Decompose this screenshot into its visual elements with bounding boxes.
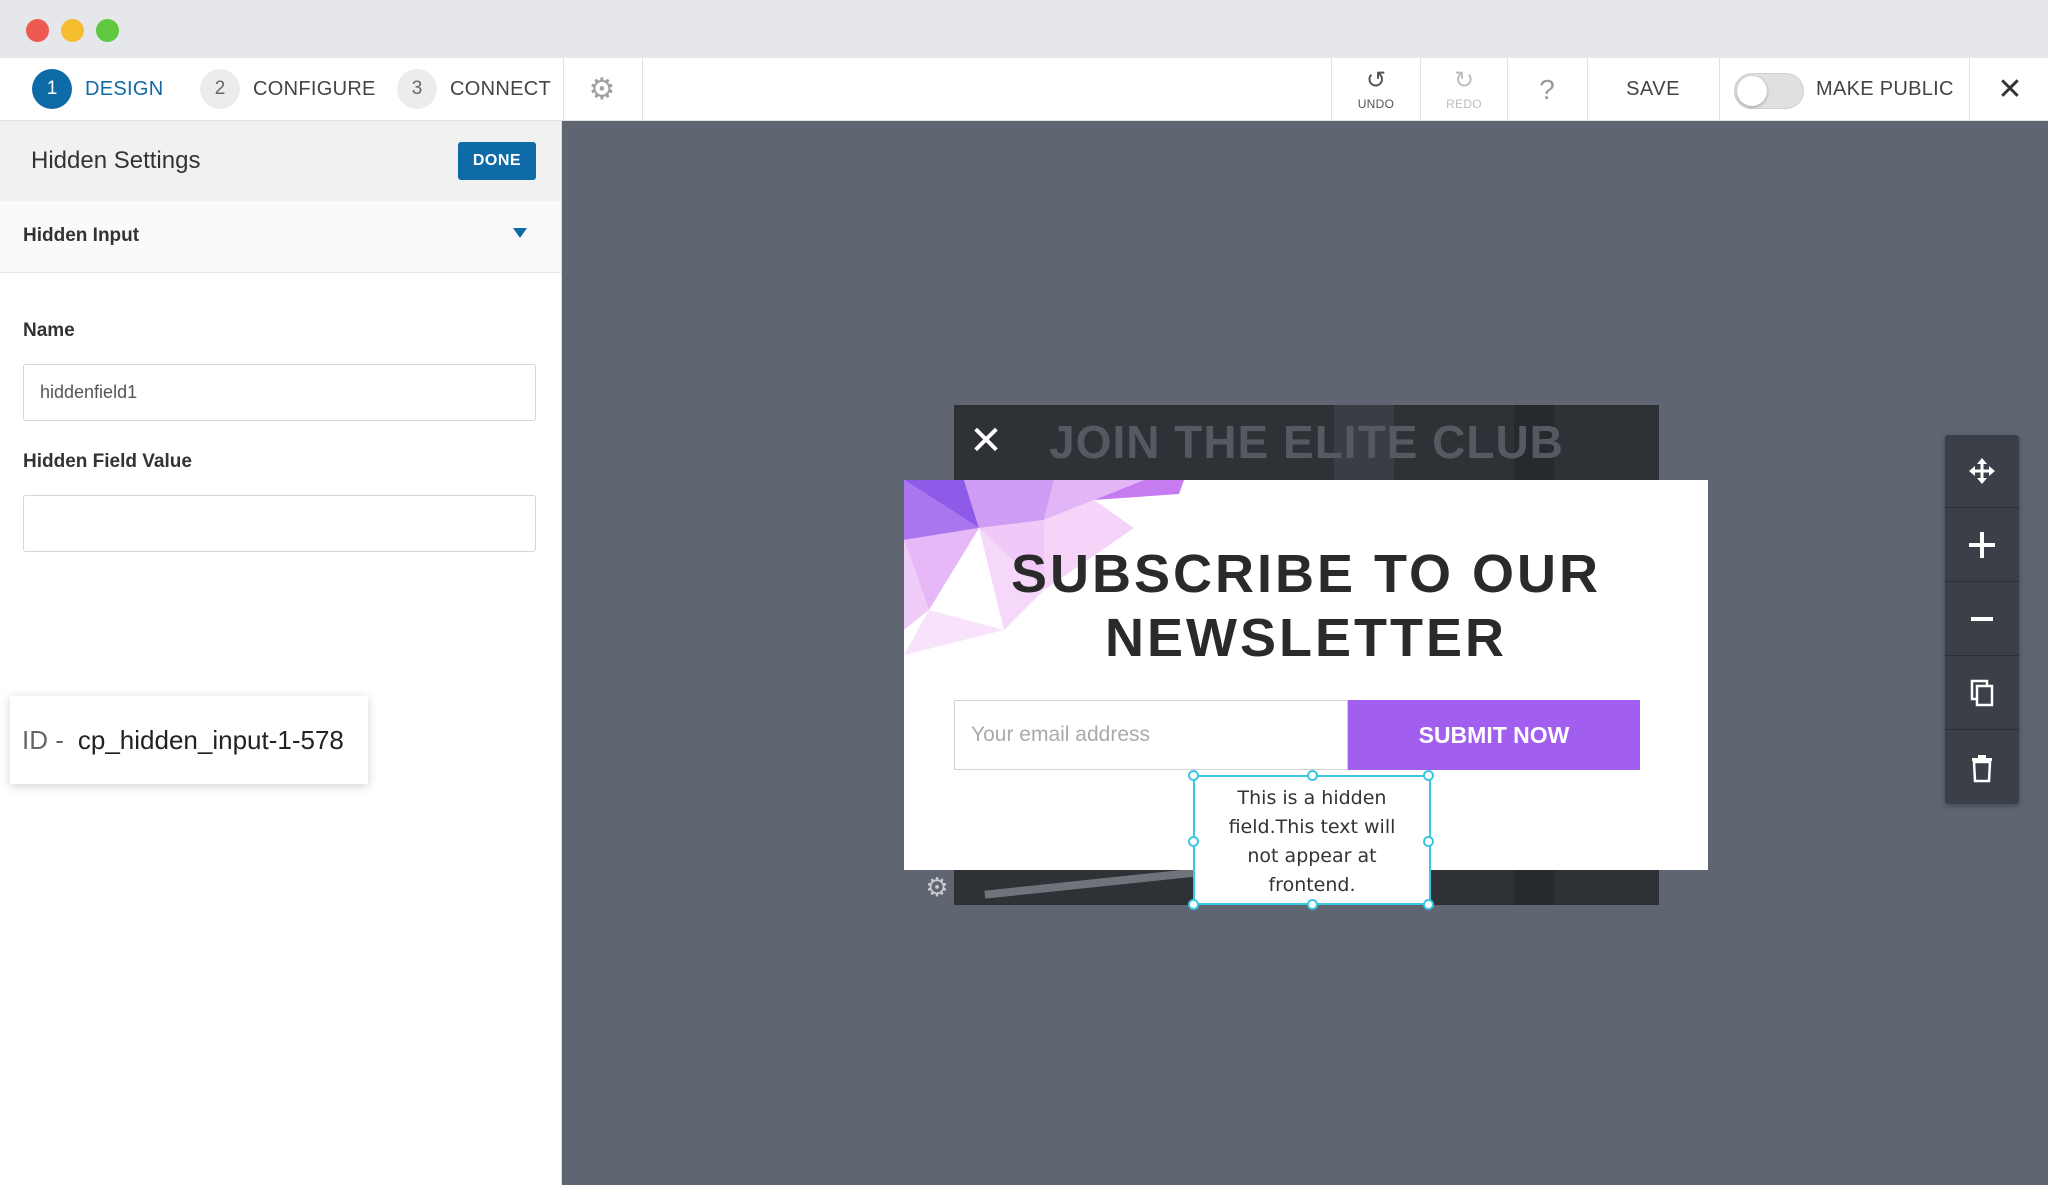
hidden-field-text: This is a hidden [1237, 787, 1387, 809]
id-prefix: ID - [22, 724, 64, 755]
hidden-field-text: field.This text will [1228, 816, 1396, 838]
minus-icon[interactable] [1945, 583, 2019, 656]
popup-heading-line: SUBSCRIBE TO OUR [1010, 544, 1602, 604]
step-label: CONFIGURE [253, 77, 376, 100]
popup-heading-line: NEWSLETTER [1105, 608, 1507, 668]
redo-label: REDO [1446, 96, 1482, 111]
resize-handle[interactable] [1188, 899, 1199, 910]
window-close-button[interactable] [26, 19, 49, 42]
undo-label: UNDO [1357, 96, 1395, 111]
hidden-field-text: frontend. [1268, 874, 1356, 896]
resize-handle[interactable] [1188, 836, 1199, 847]
duplicate-icon[interactable] [1945, 657, 2019, 730]
hidden-value-input[interactable] [23, 495, 536, 552]
step-configure[interactable]: 2 CONFIGURE [200, 68, 376, 110]
name-label: Name [23, 320, 75, 341]
undo-icon: ↺ [1365, 66, 1387, 94]
step-number: 3 [397, 69, 437, 109]
window-minimize-button[interactable] [61, 19, 84, 42]
save-button[interactable]: SAVE [1588, 58, 1718, 121]
resize-handle[interactable] [1423, 899, 1434, 910]
help-button[interactable]: ? [1508, 58, 1586, 121]
make-public-label: MAKE PUBLIC [1816, 78, 1954, 100]
settings-gear-icon[interactable]: ⚙ [586, 74, 618, 106]
submit-button[interactable]: SUBMIT NOW [1348, 700, 1640, 770]
done-button[interactable]: DONE [458, 142, 536, 180]
undo-button[interactable]: ↺ UNDO [1332, 58, 1420, 121]
trash-icon[interactable] [1945, 731, 2019, 804]
help-icon: ? [1539, 73, 1555, 105]
window-titlebar [0, 0, 2048, 58]
popup-heading: SUBSCRIBE TO OUR NEWSLETTER [904, 542, 1708, 670]
toolbar-divider [642, 58, 643, 121]
step-label: DESIGN [85, 77, 164, 100]
step-connect[interactable]: 3 CONNECT [397, 68, 551, 110]
caret-down-icon [513, 228, 527, 238]
hidden-field-text: not appear at [1247, 845, 1377, 867]
hidden-input-section-toggle[interactable]: Hidden Input [0, 201, 561, 273]
resize-handle[interactable] [1423, 770, 1434, 781]
hidden-value-label: Hidden Field Value [23, 451, 192, 472]
id-value: cp_hidden_input-1-578 [77, 724, 344, 755]
toolbar-divider [1719, 58, 1720, 121]
step-number: 1 [32, 69, 72, 109]
email-input[interactable]: Your email address [954, 700, 1348, 770]
redo-button[interactable]: ↻ REDO [1421, 58, 1507, 121]
name-input[interactable]: hiddenfield1 [23, 364, 536, 421]
resize-handle[interactable] [1423, 836, 1434, 847]
plus-icon[interactable] [1945, 509, 2019, 582]
redo-icon: ↻ [1453, 66, 1475, 94]
hidden-field-element[interactable]: This is a hidden field.This text will no… [1193, 775, 1431, 905]
window-maximize-button[interactable] [96, 19, 119, 42]
background-heading: JOIN THE ELITE CLUB [1049, 416, 1564, 468]
panel-header: Hidden Settings DONE [0, 121, 561, 201]
popup-close-icon[interactable]: ✕ [968, 421, 1004, 461]
resize-handle[interactable] [1188, 770, 1199, 781]
step-design[interactable]: 1 DESIGN [32, 68, 163, 110]
resize-handle[interactable] [1307, 899, 1318, 910]
make-public-toggle[interactable] [1734, 73, 1804, 109]
toolbar-divider [1969, 58, 1970, 121]
step-label: CONNECT [450, 77, 551, 100]
section-title: Hidden Input [23, 225, 140, 246]
panel-title: Hidden Settings [31, 147, 201, 174]
resize-handle[interactable] [1307, 770, 1318, 781]
settings-panel: Hidden Settings DONE Hidden Input Name h… [0, 121, 562, 1185]
step-number: 2 [200, 69, 240, 109]
close-editor-icon[interactable]: ✕ [1990, 58, 2030, 121]
move-icon[interactable] [1945, 435, 2019, 508]
toolbar-divider [563, 58, 564, 121]
toggle-knob [1737, 76, 1767, 106]
element-tools-rail [1945, 435, 2019, 804]
editor-toolbar: 1 DESIGN 2 CONFIGURE 3 CONNECT ⚙ ↺ UNDO … [0, 58, 2048, 121]
module-settings-gear-icon[interactable]: ⚙ [924, 874, 950, 900]
element-id-tooltip: ID - cp_hidden_input-1-578 [10, 696, 368, 784]
